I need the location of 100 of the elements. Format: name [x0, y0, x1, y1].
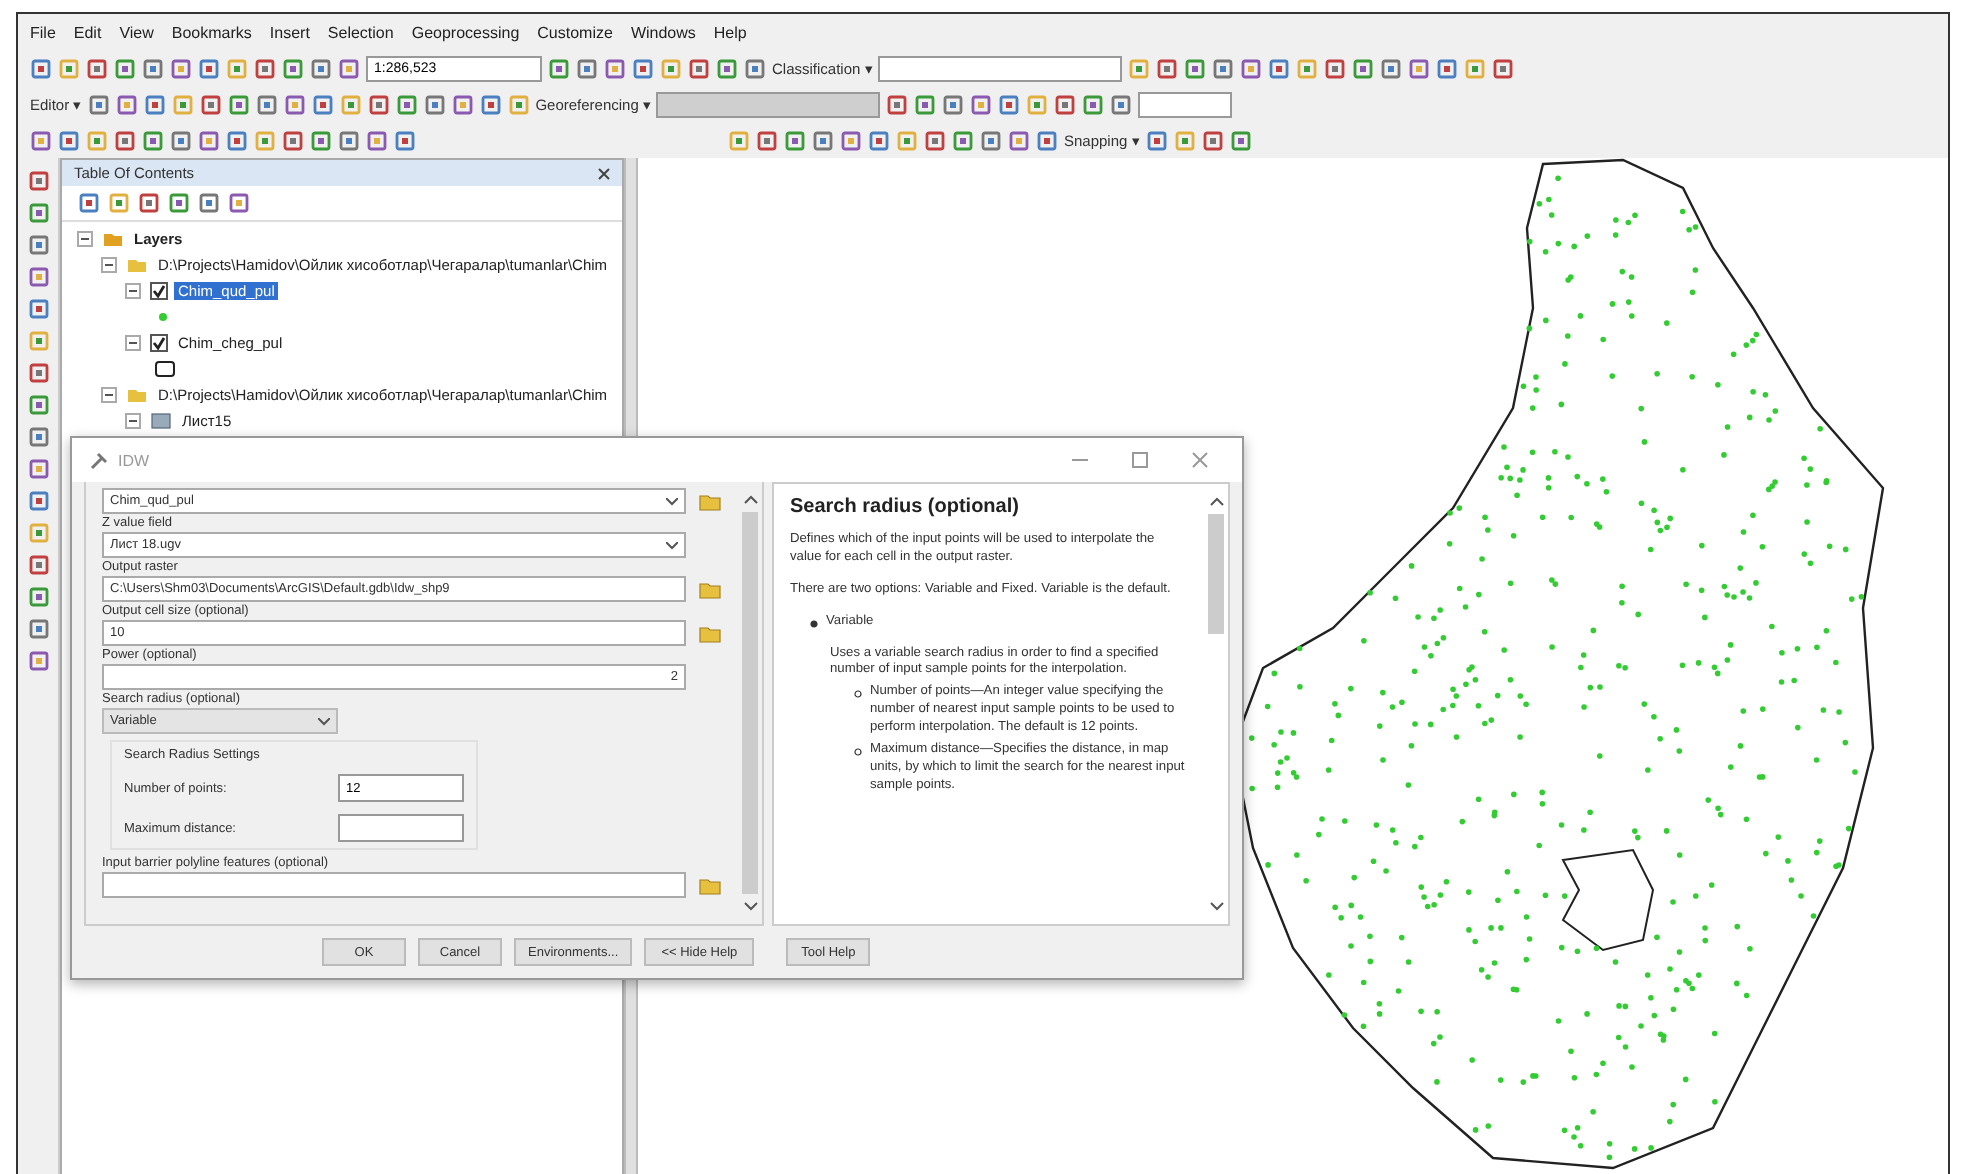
tool-icon[interactable]: [998, 93, 1021, 115]
tool-icon[interactable]: [451, 93, 474, 115]
folder-icon[interactable]: [698, 622, 722, 644]
tool-icon[interactable]: [1173, 129, 1196, 151]
tool-icon[interactable]: [660, 57, 682, 79]
tool-icon[interactable]: [168, 192, 190, 214]
tool-icon[interactable]: [198, 192, 220, 214]
tool-icon[interactable]: [756, 129, 778, 151]
tool-icon[interactable]: [27, 426, 49, 448]
menu-item[interactable]: File: [30, 23, 56, 41]
tool-icon[interactable]: [507, 93, 530, 115]
menu-item[interactable]: Selection: [327, 23, 394, 41]
tool-icon[interactable]: [1240, 57, 1263, 79]
scrollbar-thumb[interactable]: [742, 512, 758, 894]
tool-icon[interactable]: [226, 129, 248, 151]
tool-icon[interactable]: [143, 93, 166, 115]
tool-icon[interactable]: [1492, 57, 1515, 79]
tool-icon[interactable]: [423, 93, 446, 115]
tool-icon[interactable]: [1324, 57, 1347, 79]
menu-item[interactable]: View: [119, 23, 154, 41]
tool-icon[interactable]: [896, 129, 918, 151]
tool-icon[interactable]: [716, 57, 738, 79]
close-icon[interactable]: [598, 167, 610, 179]
tool-icon[interactable]: [27, 458, 49, 480]
tool-icon[interactable]: [1408, 57, 1431, 79]
tool-icon[interactable]: [886, 93, 909, 115]
tool-icon[interactable]: [27, 330, 49, 352]
tool-icon[interactable]: [227, 93, 250, 115]
layer-checkbox[interactable]: [150, 282, 168, 300]
tool-icon[interactable]: [980, 129, 1002, 151]
tool-icon[interactable]: [282, 57, 304, 79]
tool-icon[interactable]: [27, 202, 49, 224]
tool-icon[interactable]: [1082, 93, 1105, 115]
tool-icon[interactable]: [1464, 57, 1487, 79]
scroll-up-icon[interactable]: [743, 494, 757, 504]
tool-icon[interactable]: [576, 57, 598, 79]
tool-icon[interactable]: [952, 129, 974, 151]
folder-icon[interactable]: [698, 874, 722, 896]
tool-icon[interactable]: [199, 93, 222, 115]
tool-icon[interactable]: [310, 57, 332, 79]
tool-icon[interactable]: [970, 93, 993, 115]
expand-icon[interactable]: [122, 280, 144, 302]
tool-icon[interactable]: [1156, 57, 1179, 79]
tool-icon[interactable]: [254, 129, 276, 151]
tool-icon[interactable]: [30, 129, 52, 151]
tool-icon[interactable]: [86, 57, 108, 79]
tool-icon[interactable]: [228, 192, 250, 214]
tool-icon[interactable]: [27, 490, 49, 512]
tool-icon[interactable]: [812, 129, 834, 151]
tool-icon[interactable]: [138, 192, 160, 214]
tool-icon[interactable]: [604, 57, 626, 79]
tool-icon[interactable]: [744, 57, 766, 79]
tool-icon[interactable]: [254, 57, 276, 79]
tool-icon[interactable]: [142, 129, 164, 151]
tool-icon[interactable]: [868, 129, 890, 151]
tool-icon[interactable]: [283, 93, 306, 115]
tool-icon[interactable]: [338, 129, 360, 151]
tool-icon[interactable]: [108, 192, 130, 214]
tool-icon[interactable]: [27, 298, 49, 320]
tool-icon[interactable]: [310, 129, 332, 151]
tool-icon[interactable]: [924, 129, 946, 151]
tool-icon[interactable]: [914, 93, 937, 115]
tool-icon[interactable]: [1110, 93, 1133, 115]
tool-icon[interactable]: [226, 57, 248, 79]
scroll-down-icon[interactable]: [1209, 902, 1223, 912]
tool-icon[interactable]: [27, 266, 49, 288]
menu-item[interactable]: Insert: [269, 23, 310, 41]
input-field[interactable]: [1138, 91, 1233, 117]
tool-icon[interactable]: [311, 93, 334, 115]
tool-icon[interactable]: [1145, 129, 1168, 151]
layer-checkbox[interactable]: [150, 334, 168, 352]
folder-icon[interactable]: [698, 578, 722, 600]
tool-icon[interactable]: [27, 362, 49, 384]
tool-icon[interactable]: [784, 129, 806, 151]
tool-icon[interactable]: [367, 93, 390, 115]
tool-icon[interactable]: [198, 129, 220, 151]
scroll-up-icon[interactable]: [1209, 496, 1223, 506]
tool-icon[interactable]: [338, 57, 360, 79]
collapse-icon[interactable]: [98, 254, 120, 276]
tool-icon[interactable]: [1436, 57, 1459, 79]
tool-icon[interactable]: [170, 57, 192, 79]
tool-icon[interactable]: [1026, 93, 1049, 115]
menu-item[interactable]: Customize: [537, 23, 613, 41]
tool-icon[interactable]: [282, 129, 304, 151]
tool-icon[interactable]: [142, 57, 164, 79]
tool-icon[interactable]: [395, 93, 418, 115]
menu-item[interactable]: Bookmarks: [171, 23, 252, 41]
scrollbar-thumb[interactable]: [1208, 514, 1224, 634]
tool-icon[interactable]: [366, 129, 388, 151]
tool-icon[interactable]: [1054, 93, 1077, 115]
menu-item[interactable]: Edit: [73, 23, 102, 41]
tool-icon[interactable]: [58, 129, 80, 151]
tool-icon[interactable]: [114, 57, 136, 79]
tool-icon[interactable]: [27, 650, 49, 672]
collapse-icon[interactable]: [74, 228, 96, 250]
tool-icon[interactable]: [170, 129, 192, 151]
tool-icon[interactable]: [1296, 57, 1319, 79]
tool-icon[interactable]: [1212, 57, 1235, 79]
tool-icon[interactable]: [27, 554, 49, 576]
tool-icon[interactable]: [632, 57, 654, 79]
